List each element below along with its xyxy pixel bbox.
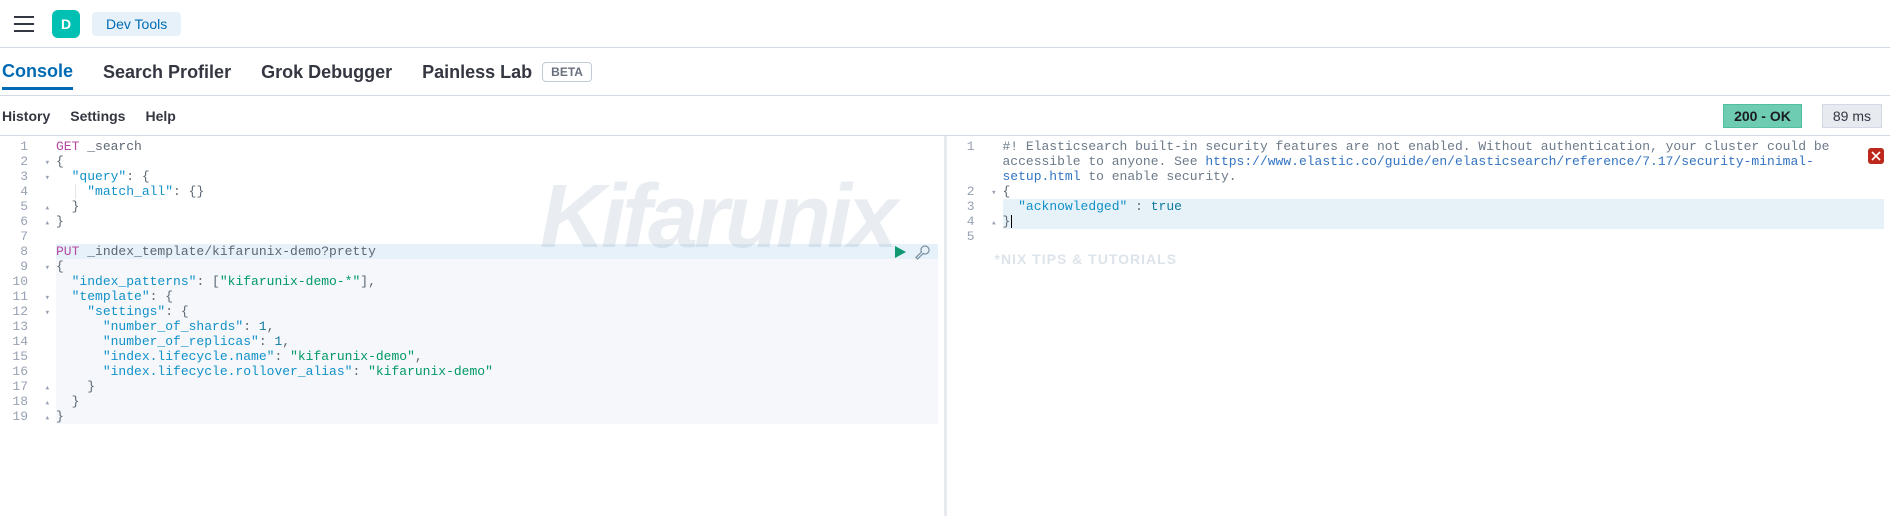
settings-link[interactable]: Settings	[70, 108, 125, 124]
tab-console[interactable]: Console	[2, 53, 73, 90]
beta-badge: BETA	[542, 62, 592, 82]
menu-bar: History Settings Help 200 - OK 89 ms	[0, 96, 1890, 136]
wrench-icon[interactable]	[914, 244, 930, 265]
app-badge[interactable]: D	[52, 10, 80, 38]
history-link[interactable]: History	[2, 108, 50, 124]
status-badge: 200 - OK	[1723, 104, 1802, 128]
tab-label: Console	[2, 61, 73, 82]
request-pane[interactable]: Kifarunix 12▾3▾45▴6▴789▾1011▾12▾13141516…	[0, 136, 947, 516]
response-pane[interactable]: *NIX TIPS & TUTORIALS 12▾34▴5#! Elastics…	[947, 136, 1890, 516]
request-actions	[892, 244, 930, 265]
console-panes: Kifarunix 12▾3▾45▴6▴789▾1011▾12▾13141516…	[0, 136, 1890, 516]
top-bar: D Dev Tools	[0, 0, 1890, 48]
breadcrumb-dev-tools[interactable]: Dev Tools	[92, 12, 181, 36]
tab-painless-lab[interactable]: Painless Lab BETA	[422, 54, 592, 90]
tab-label: Search Profiler	[103, 62, 231, 83]
tab-label: Grok Debugger	[261, 62, 392, 83]
hamburger-menu-icon[interactable]	[8, 8, 40, 40]
watermark-tagline: *NIX TIPS & TUTORIALS	[995, 251, 1178, 267]
close-icon[interactable]	[1868, 148, 1884, 164]
tab-grok-debugger[interactable]: Grok Debugger	[261, 54, 392, 90]
response-viewer[interactable]: 12▾34▴5#! Elasticsearch built-in securit…	[947, 136, 1890, 247]
tab-search-profiler[interactable]: Search Profiler	[103, 54, 231, 90]
play-icon[interactable]	[892, 244, 908, 265]
tab-bar: Console Search Profiler Grok Debugger Pa…	[0, 48, 1890, 96]
help-link[interactable]: Help	[145, 108, 175, 124]
timing-badge: 89 ms	[1822, 104, 1882, 128]
tab-label: Painless Lab	[422, 62, 532, 83]
request-editor[interactable]: 12▾3▾45▴6▴789▾1011▾12▾1314151617▴18▴19▴G…	[0, 136, 944, 427]
